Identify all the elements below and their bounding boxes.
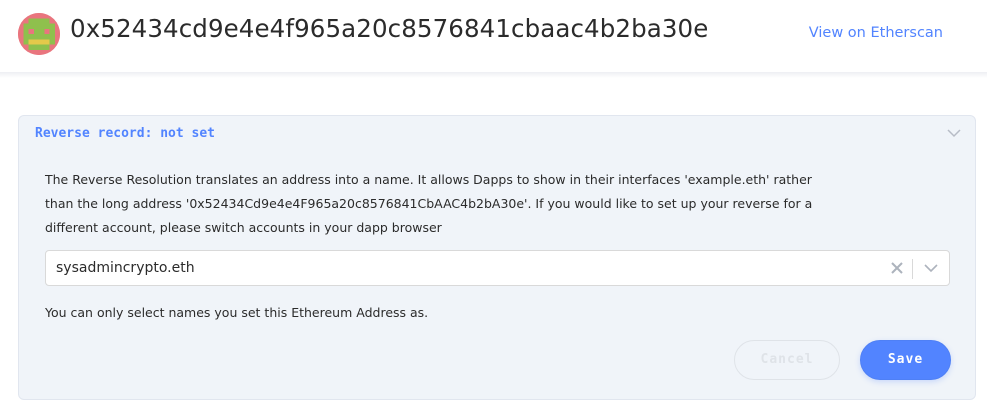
select-hint: You can only select names you set this E… [45, 305, 429, 320]
chevron-down-icon[interactable] [924, 264, 938, 273]
chevron-down-icon[interactable] [947, 128, 961, 138]
select-divider [912, 259, 913, 279]
cancel-button[interactable]: Cancel [734, 340, 840, 380]
name-select[interactable]: sysadmincrypto.eth [45, 250, 950, 286]
reverse-record-panel: Reverse record: not set The Reverse Reso… [18, 115, 976, 400]
header-divider [0, 72, 987, 78]
wallet-address: 0x52434cd9e4e4f965a20c8576841cbaac4b2ba3… [70, 14, 709, 43]
blockie-avatar-icon [18, 13, 60, 55]
avatar [18, 13, 60, 55]
reverse-record-title[interactable]: Reverse record: not set [35, 126, 215, 141]
reverse-resolution-description: The Reverse Resolution translates an add… [45, 172, 813, 235]
address-header: 0x52434cd9e4e4f965a20c8576841cbaac4b2ba3… [0, 0, 987, 72]
view-on-etherscan-link[interactable]: View on Etherscan [809, 25, 943, 41]
close-icon[interactable] [891, 262, 903, 274]
selected-name-value: sysadmincrypto.eth [56, 260, 195, 276]
save-button[interactable]: Save [860, 340, 951, 380]
